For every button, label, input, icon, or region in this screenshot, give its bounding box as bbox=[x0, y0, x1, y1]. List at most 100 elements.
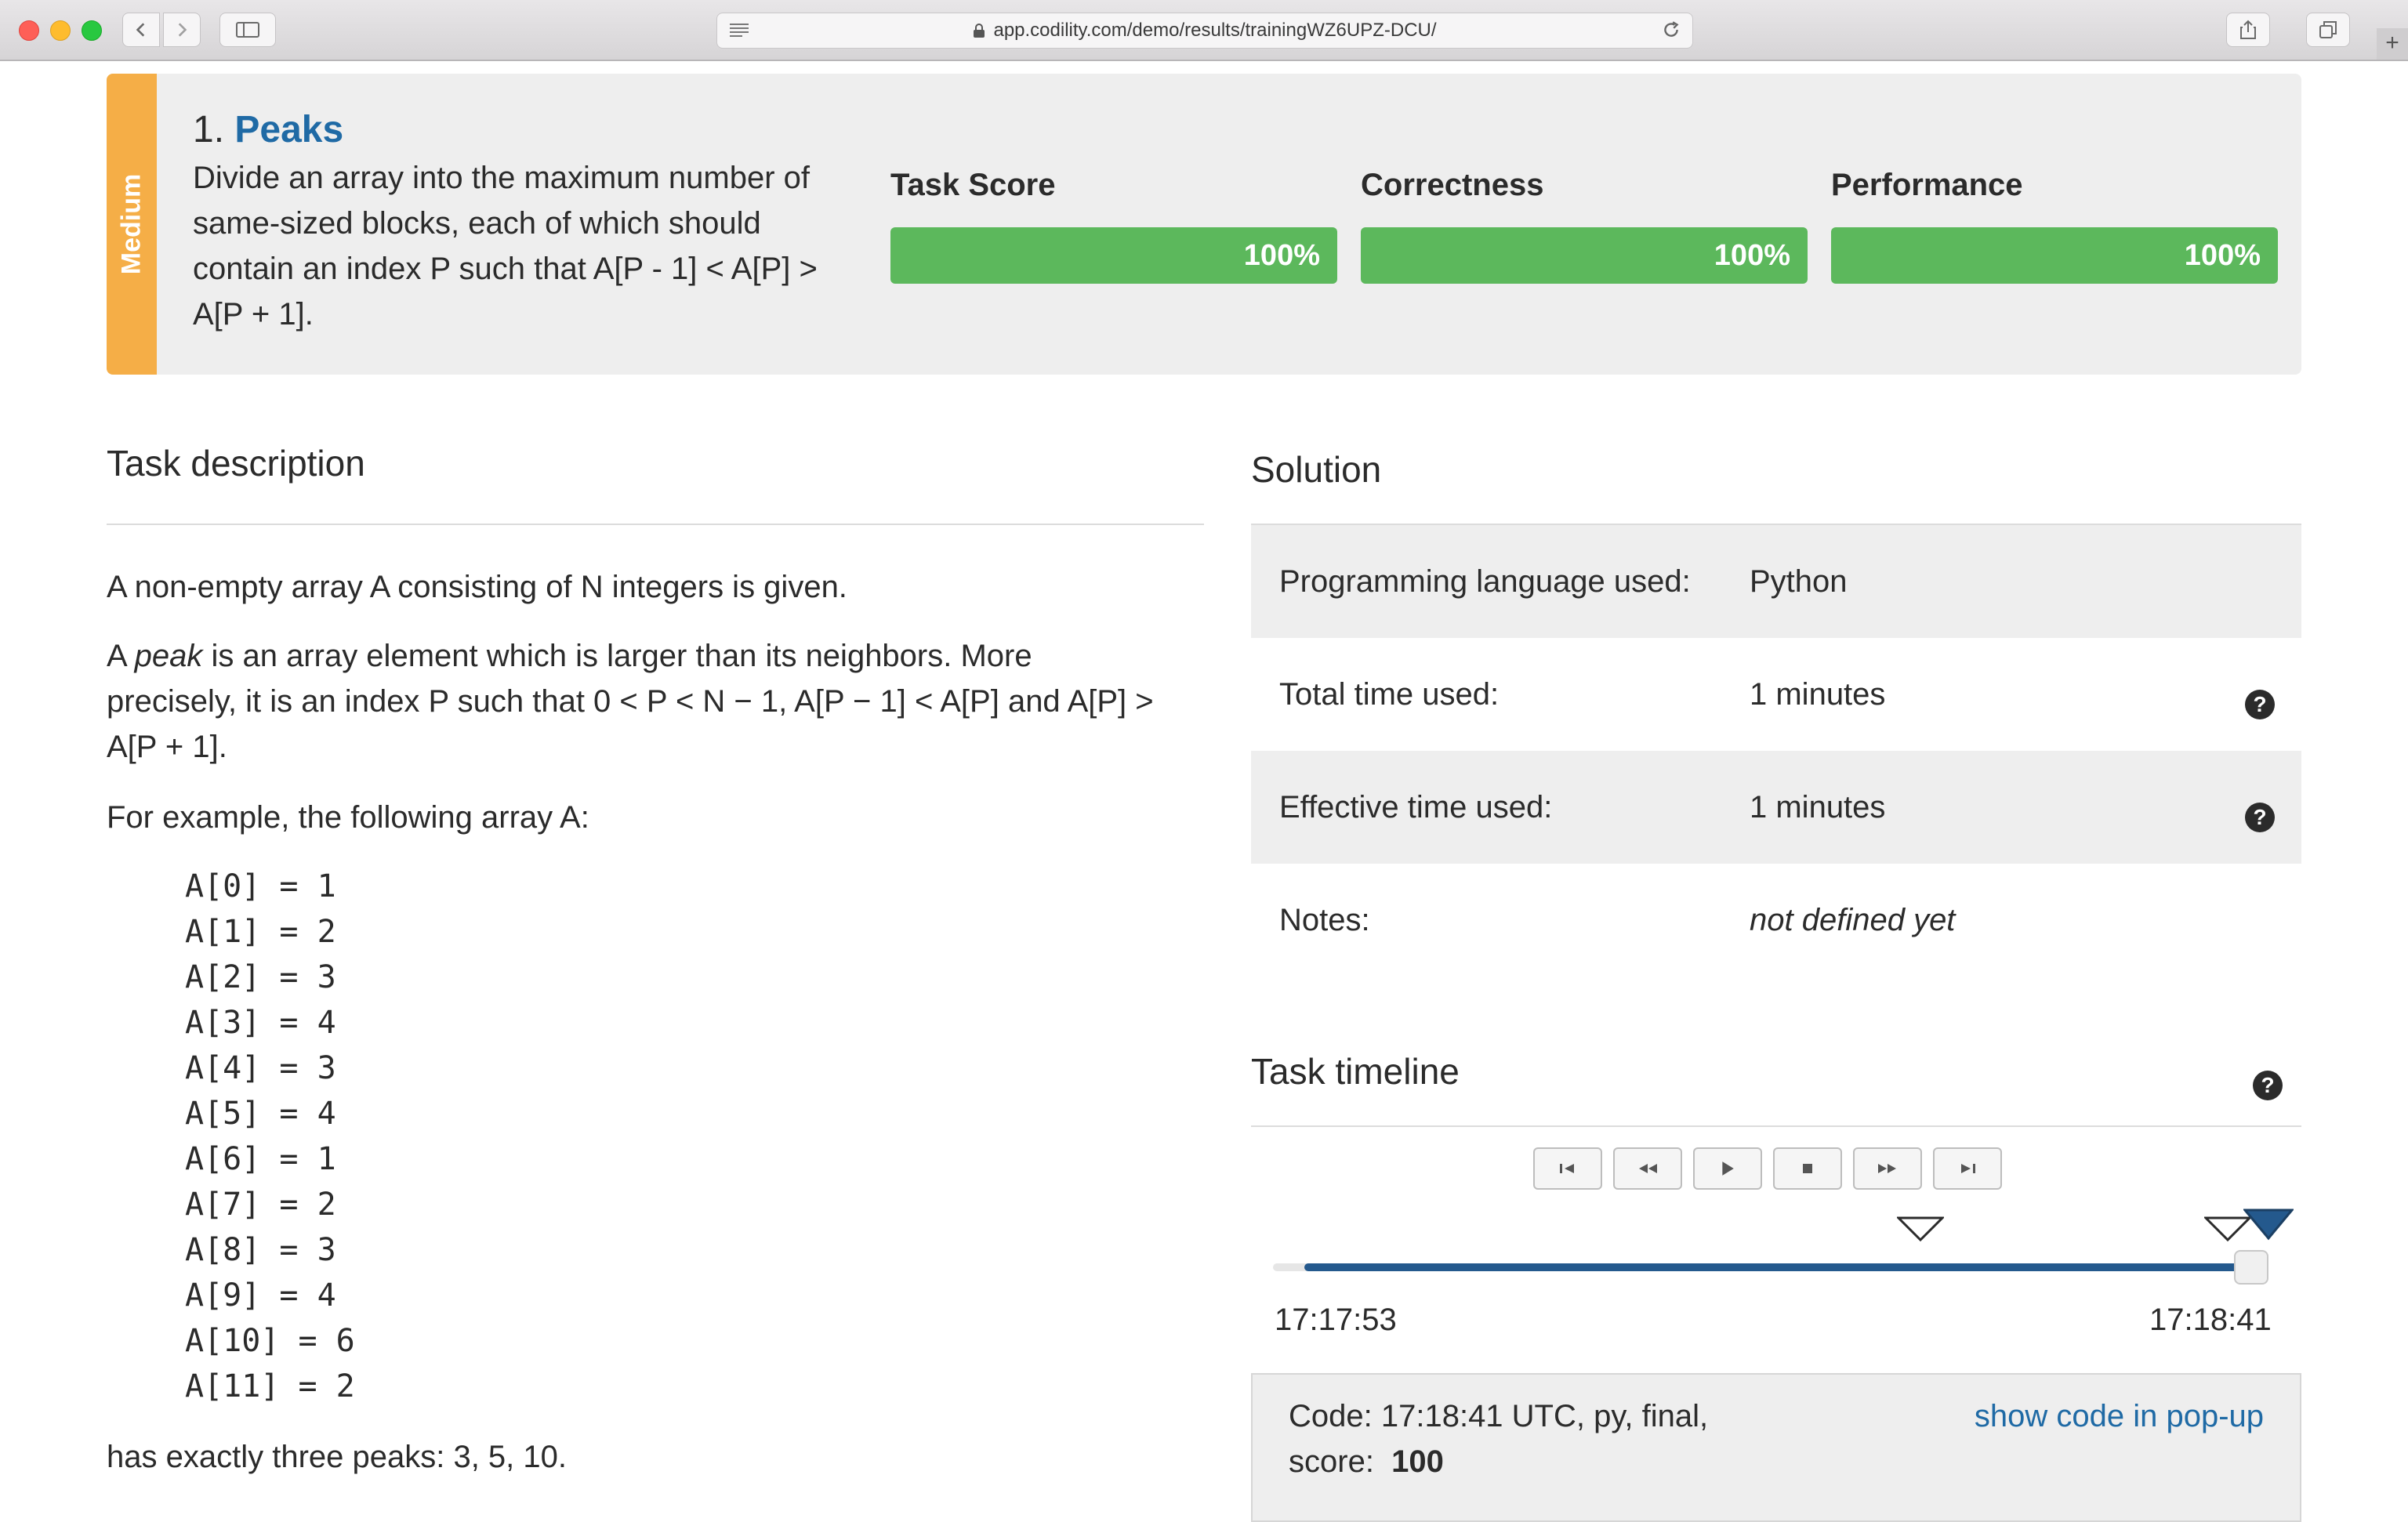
minimize-window-button[interactable] bbox=[50, 20, 71, 41]
address-bar[interactable]: app.codility.com/demo/results/trainingWZ… bbox=[716, 13, 1693, 49]
last-button[interactable] bbox=[1933, 1147, 2002, 1190]
array-line: A[0] = 1 bbox=[185, 868, 336, 904]
help-icon[interactable]: ? bbox=[2245, 690, 2275, 719]
reader-view-icon[interactable] bbox=[728, 21, 750, 38]
description-paragraph-4: has exactly three peaks: 3, 5, 10. bbox=[107, 1440, 568, 1474]
correctness-label: Correctness bbox=[1361, 168, 1544, 202]
timeline-progress bbox=[1304, 1263, 2251, 1271]
task-number: 1. bbox=[193, 109, 225, 150]
rewind-button[interactable] bbox=[1613, 1147, 1682, 1190]
sidebar-toggle-button[interactable] bbox=[219, 13, 276, 47]
code-score-label: score: bbox=[1289, 1444, 1374, 1479]
close-window-button[interactable] bbox=[19, 20, 39, 41]
task-score-label: Task Score bbox=[890, 168, 1056, 202]
array-line: A[1] = 2 bbox=[185, 914, 336, 950]
timeline-controls bbox=[1533, 1147, 2002, 1190]
play-button[interactable] bbox=[1693, 1147, 1762, 1190]
timeline-slider[interactable] bbox=[1273, 1250, 2268, 1285]
solution-title: Solution bbox=[1251, 449, 1382, 490]
difficulty-strip: Medium bbox=[107, 74, 157, 375]
para2-line3: A[P + 1]. bbox=[107, 730, 227, 764]
tabs-icon bbox=[2319, 21, 2337, 38]
array-line: A[2] = 3 bbox=[185, 959, 336, 995]
timeline-title: Task timeline bbox=[1251, 1051, 1460, 1092]
play-icon bbox=[1722, 1161, 1734, 1176]
array-line: A[7] = 2 bbox=[185, 1187, 336, 1223]
help-icon[interactable]: ? bbox=[2245, 803, 2275, 832]
solution-details: Programming language used: Python Total … bbox=[1251, 525, 2301, 977]
total-time-label: Total time used: bbox=[1279, 676, 1500, 712]
forward-button[interactable] bbox=[163, 13, 201, 47]
correctness-bar: 100% bbox=[1361, 227, 1808, 284]
effective-time-value: 1 minutes bbox=[1750, 789, 1886, 824]
performance-bar: 100% bbox=[1831, 227, 2278, 284]
timeline-divider bbox=[1251, 1125, 2301, 1127]
timeline-current-marker-icon[interactable] bbox=[2243, 1209, 2294, 1241]
effective-time-row: Effective time used: 1 minutes ? bbox=[1251, 751, 2301, 864]
chevron-right-icon bbox=[178, 23, 187, 37]
last-icon bbox=[1961, 1164, 1975, 1173]
task-summary-text: Divide an array into the maximum number … bbox=[193, 161, 818, 332]
stop-icon bbox=[1803, 1164, 1812, 1173]
timeline-end-time: 17:18:41 bbox=[2149, 1303, 2272, 1337]
array-line: A[6] = 1 bbox=[185, 1141, 336, 1177]
para2-line1: is an array element which is larger than… bbox=[202, 639, 1032, 673]
task-name-link[interactable]: Peaks bbox=[234, 109, 343, 150]
code-info-prefix: Code: 17:18:41 UTC, py, final, bbox=[1289, 1399, 1709, 1433]
share-button[interactable] bbox=[2226, 13, 2270, 47]
first-button[interactable] bbox=[1533, 1147, 1602, 1190]
reload-icon[interactable] bbox=[1661, 20, 1681, 40]
url-text: app.codility.com/demo/results/trainingWZ… bbox=[993, 20, 1437, 41]
show-code-popup-link[interactable]: show code in pop-up bbox=[1975, 1393, 2264, 1439]
correctness-score: Correctness 100% bbox=[1361, 168, 1808, 284]
first-icon bbox=[1560, 1164, 1574, 1173]
task-score-bar: 100% bbox=[890, 227, 1337, 284]
array-line: A[4] = 3 bbox=[185, 1050, 336, 1086]
sidebar-icon bbox=[236, 22, 259, 38]
task-description-title: Task description bbox=[107, 443, 365, 484]
fast-forward-button[interactable] bbox=[1853, 1147, 1922, 1190]
array-line: A[10] = 6 bbox=[185, 1323, 355, 1359]
code-info-box: Code: 17:18:41 UTC, py, final, score: 10… bbox=[1251, 1373, 2301, 1522]
browser-toolbar: app.codility.com/demo/results/trainingWZ… bbox=[0, 0, 2408, 61]
array-line: A[5] = 4 bbox=[185, 1096, 336, 1132]
rewind-icon bbox=[1639, 1164, 1657, 1173]
notes-value: not defined yet bbox=[1750, 902, 1956, 937]
para2-prefix: A bbox=[107, 639, 135, 673]
timeline-slider-handle[interactable] bbox=[2234, 1250, 2268, 1285]
task-score: Task Score 100% bbox=[890, 168, 1337, 284]
description-paragraph-3: For example, the following array A: bbox=[107, 800, 589, 835]
language-value: Python bbox=[1750, 564, 1848, 599]
tabs-overview-button[interactable] bbox=[2306, 13, 2350, 47]
array-line: A[8] = 3 bbox=[185, 1232, 336, 1268]
peak-term: peak bbox=[134, 639, 203, 673]
language-row: Programming language used: Python bbox=[1251, 525, 2301, 638]
array-line: A[3] = 4 bbox=[185, 1005, 336, 1041]
lock-icon bbox=[974, 24, 985, 38]
task-summary-card: Medium 1. Peaks Divide an array into the… bbox=[107, 74, 2301, 375]
para2-line2: precisely, it is an index P such that 0 … bbox=[107, 684, 1154, 719]
difficulty-label: Medium bbox=[116, 173, 147, 275]
language-label: Programming language used: bbox=[1279, 564, 1691, 599]
total-time-row: Total time used: 1 minutes ? bbox=[1251, 638, 2301, 751]
help-icon[interactable]: ? bbox=[2253, 1071, 2283, 1100]
fast-forward-icon bbox=[1878, 1164, 1896, 1173]
code-info-text: Code: 17:18:41 UTC, py, final, score: 10… bbox=[1289, 1393, 1759, 1484]
back-button[interactable] bbox=[122, 13, 160, 47]
performance-label: Performance bbox=[1831, 168, 2023, 202]
timeline-marker-icon[interactable] bbox=[1897, 1216, 1944, 1243]
zoom-window-button[interactable] bbox=[82, 20, 102, 41]
array-example: A[0] = 1 A[1] = 2 A[2] = 3 A[3] = 4 A[4]… bbox=[185, 864, 355, 1409]
description-paragraph-1: A non-empty array A consisting of N inte… bbox=[107, 570, 847, 604]
task-title: 1. Peaks bbox=[193, 108, 343, 151]
array-line: A[9] = 4 bbox=[185, 1277, 336, 1314]
chevron-left-icon bbox=[136, 23, 145, 37]
code-score-value: 100 bbox=[1391, 1444, 1444, 1479]
new-tab-button[interactable]: + bbox=[2377, 28, 2408, 60]
share-icon bbox=[2240, 20, 2256, 39]
task-description-divider bbox=[107, 524, 1204, 525]
stop-button[interactable] bbox=[1773, 1147, 1842, 1190]
effective-time-label: Effective time used: bbox=[1279, 789, 1553, 824]
notes-label: Notes: bbox=[1279, 902, 1370, 937]
array-line: A[11] = 2 bbox=[185, 1368, 355, 1404]
